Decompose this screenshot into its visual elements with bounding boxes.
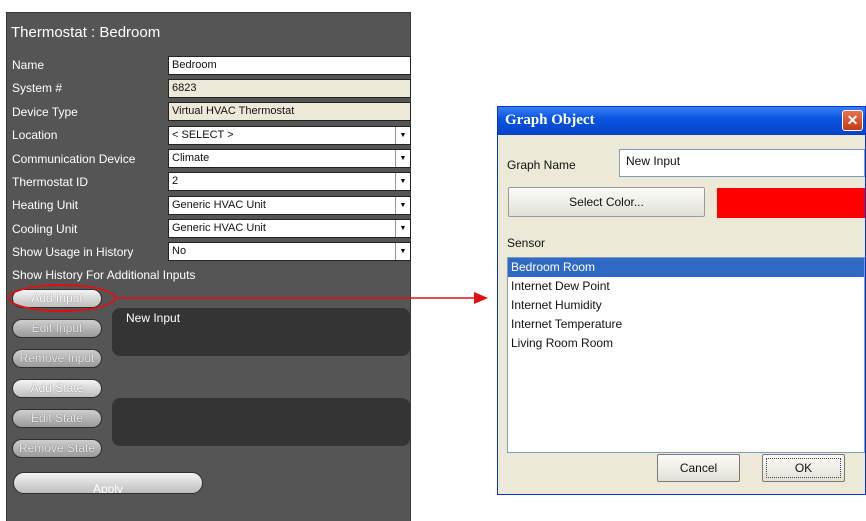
close-icon[interactable]: ✕	[842, 110, 863, 131]
color-swatch	[717, 188, 865, 218]
list-item[interactable]: Living Room Room	[508, 334, 864, 353]
graph-object-dialog: Graph Object ✕ Graph Name New Input Sele…	[497, 106, 866, 495]
select-color-button[interactable]: Select Color...	[508, 187, 705, 217]
sensor-list[interactable]: Bedroom Room Internet Dew Point Internet…	[507, 257, 865, 453]
sensor-label: Sensor	[507, 236, 546, 250]
graph-name-input[interactable]: New Input	[619, 149, 865, 177]
list-item[interactable]: Internet Temperature	[508, 315, 864, 334]
dialog-title: Graph Object	[505, 112, 595, 128]
list-item[interactable]: Internet Humidity	[508, 296, 864, 315]
cancel-button[interactable]: Cancel	[657, 454, 740, 482]
graph-name-label: Graph Name	[507, 158, 576, 172]
list-item[interactable]: Bedroom Room	[508, 258, 864, 277]
ok-button[interactable]: OK	[762, 454, 845, 482]
list-item[interactable]: Internet Dew Point	[508, 277, 864, 296]
dialog-titlebar[interactable]: Graph Object ✕	[498, 107, 865, 135]
